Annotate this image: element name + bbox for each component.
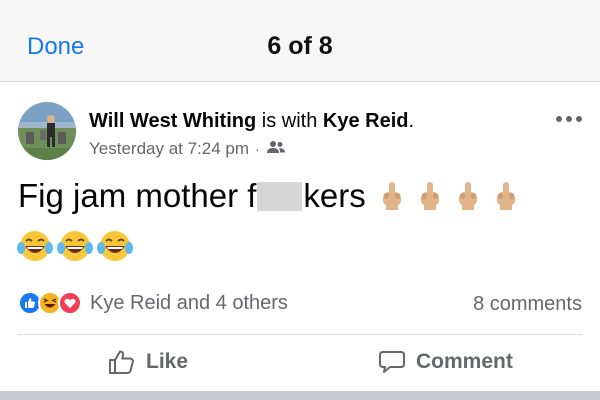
with-text: is with <box>256 110 323 132</box>
avatar[interactable] <box>18 102 76 160</box>
middle-finger-emoji-icon <box>496 182 515 210</box>
reaction-icons <box>18 291 82 315</box>
post-text: Fig jam mother f kers <box>18 177 518 215</box>
middle-finger-emoji-icon <box>382 182 401 210</box>
post-author-line: Will West Whiting is with Kye Reid. <box>89 110 414 133</box>
author-name[interactable]: Will West Whiting <box>89 110 256 132</box>
post-card: Will West Whiting is with Kye Reid. Yest… <box>0 83 600 391</box>
love-reaction-icon <box>58 291 82 315</box>
friends-icon <box>266 139 286 159</box>
middle-finger-emojis <box>380 181 518 211</box>
post-meta: Yesterday at 7:24 pm · <box>89 139 286 159</box>
tears-of-joy-emoji-icon <box>17 231 53 261</box>
post-text-start: Fig jam mother f <box>18 177 257 214</box>
more-dot-icon <box>556 116 562 122</box>
tears-of-joy-emoji-icon <box>97 231 133 261</box>
comment-label: Comment <box>416 350 513 373</box>
bottom-separator <box>0 391 600 400</box>
middle-finger-emoji-icon <box>458 182 477 210</box>
more-options-button[interactable] <box>556 114 582 124</box>
more-dot-icon <box>566 116 572 122</box>
reaction-summary-text[interactable]: Kye Reid and 4 others <box>90 292 288 315</box>
tears-of-joy-emoji-icon <box>57 231 93 261</box>
more-dot-icon <box>576 116 582 122</box>
comments-count[interactable]: 8 comments <box>473 293 582 316</box>
redaction-box <box>257 181 303 211</box>
like-label: Like <box>146 350 189 373</box>
post-text-end: kers <box>303 177 366 214</box>
laughing-emojis <box>16 228 134 264</box>
reactions-summary[interactable]: Kye Reid and 4 others <box>18 291 288 315</box>
photo-counter: 6 of 8 <box>267 32 333 60</box>
thumbs-up-icon <box>109 350 134 374</box>
like-button[interactable]: Like <box>108 349 188 375</box>
comment-bubble-icon <box>379 351 405 373</box>
tagged-person[interactable]: Kye Reid <box>323 110 409 132</box>
post-timestamp[interactable]: Yesterday at 7:24 pm <box>89 139 249 159</box>
middle-finger-emoji-icon <box>420 182 439 210</box>
comment-button[interactable]: Comment <box>378 349 513 375</box>
divider <box>18 334 582 335</box>
avatar-photo <box>18 102 76 160</box>
viewer-top-bar: Done 6 of 8 <box>0 0 600 82</box>
period: . <box>408 110 415 132</box>
meta-separator: · <box>255 141 260 157</box>
